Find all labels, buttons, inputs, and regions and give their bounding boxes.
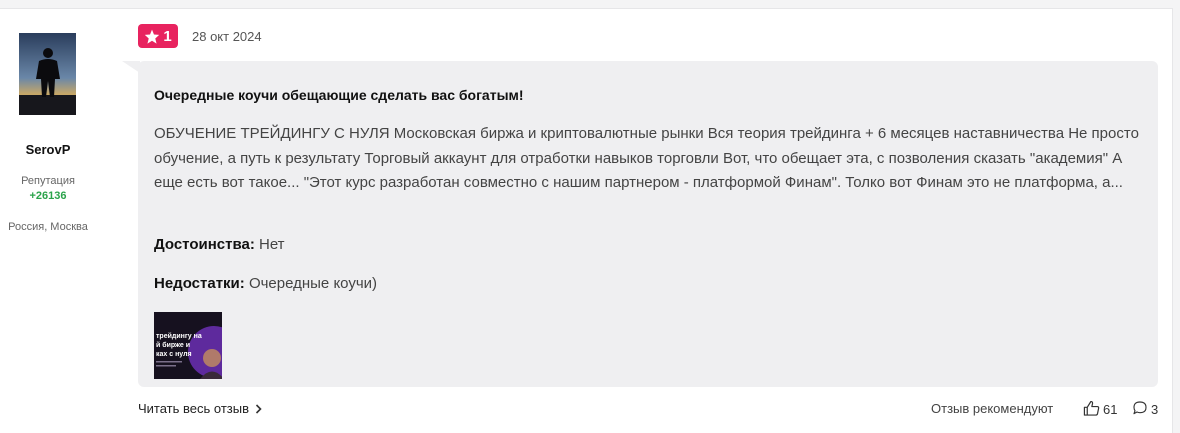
author-name[interactable]: SerovP	[0, 142, 96, 157]
pros-label: Достоинства:	[154, 236, 255, 253]
comments-count: 3	[1151, 402, 1159, 417]
reputation-label: Репутация	[21, 175, 75, 187]
review-date: 28 окт 2024	[192, 29, 262, 44]
avatar[interactable]	[19, 33, 76, 115]
svg-text:й бирже и: й бирже и	[156, 341, 190, 349]
review-image-thumbnail[interactable]: трейдингу на й бирже и ках с нуля	[154, 312, 222, 379]
cons-value: Очередные коучи)	[248, 275, 378, 292]
comment-icon	[1132, 400, 1148, 419]
chevron-right-icon	[255, 403, 262, 414]
star-icon	[144, 29, 160, 44]
read-full-review-link[interactable]: Читать весь отзыв	[138, 401, 262, 416]
pros-value: Нет	[259, 236, 285, 253]
review-text: ОБУЧЕНИЕ ТРЕЙДИНГУ С НУЛЯ Московская бир…	[154, 125, 1139, 191]
svg-text:ках с нуля: ках с нуля	[156, 351, 192, 358]
review-cons: Недостатки: Очередные коучи)	[154, 275, 377, 292]
rating-badge: 1	[138, 24, 178, 48]
reputation-value: +26136	[29, 190, 67, 202]
likes-count: 61	[1103, 402, 1118, 417]
review-card: SerovP Репутация +26136 Россия, Москва 1…	[0, 8, 1173, 433]
comments-button[interactable]: 3	[1132, 400, 1158, 419]
thumbs-up-icon	[1083, 400, 1100, 419]
recommend-text: Отзыв рекомендуют	[931, 401, 1054, 416]
thumbnail-caption: трейдингу на	[156, 332, 202, 340]
review-pros: Достоинства: Нет	[154, 236, 285, 253]
author-location: Россия, Москва	[8, 221, 88, 233]
review-body: Очередные коучи обещающие сделать вас бо…	[138, 61, 1158, 387]
rating-value: 1	[163, 27, 172, 45]
cons-label: Недостатки:	[154, 275, 245, 292]
read-full-review-label: Читать весь отзыв	[138, 401, 250, 416]
like-button[interactable]: 61	[1083, 400, 1117, 419]
review-title[interactable]: Очередные коучи обещающие сделать вас бо…	[154, 87, 524, 103]
